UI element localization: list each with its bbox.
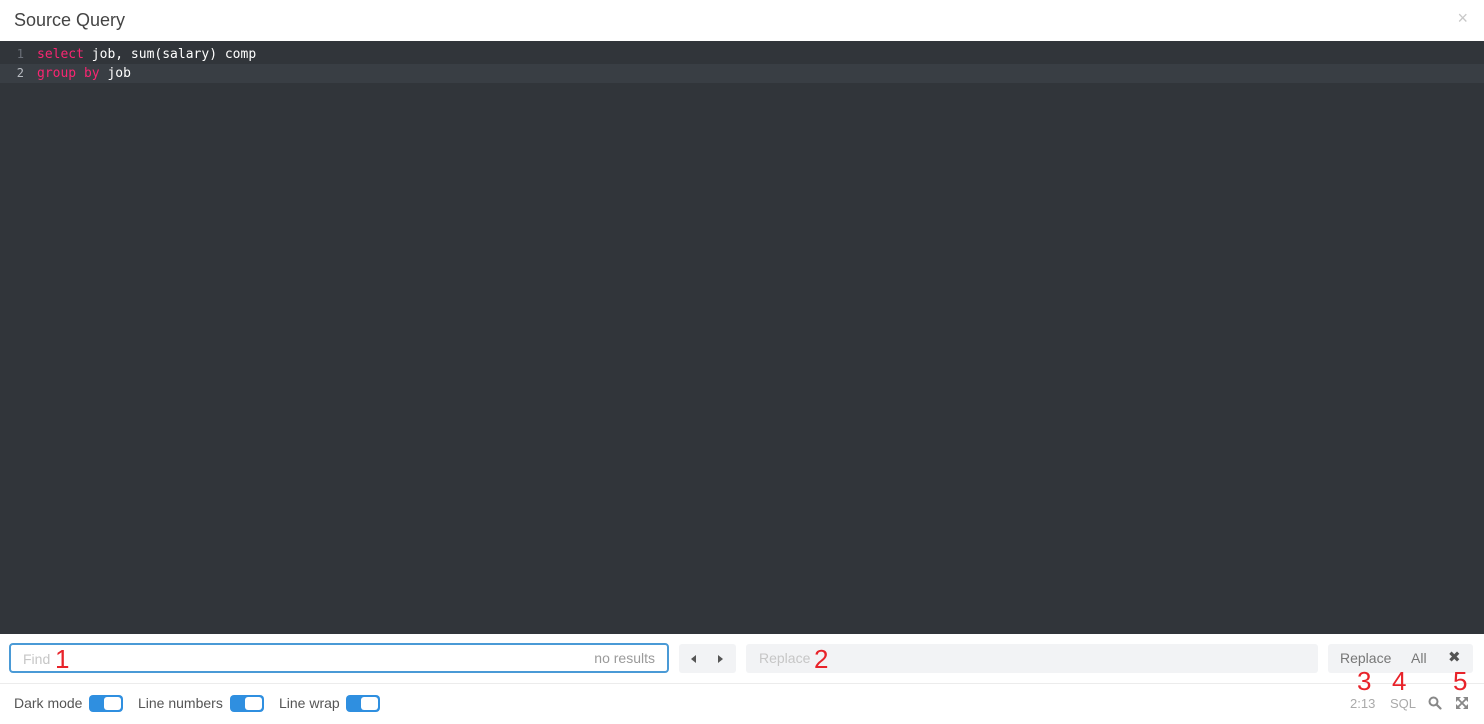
toggle-knob xyxy=(361,697,378,710)
caret-left-icon xyxy=(691,655,696,663)
language-mode[interactable]: SQL xyxy=(1390,696,1416,711)
caret-right-icon xyxy=(718,655,723,663)
expand-icon-svg xyxy=(1456,697,1468,709)
search-icon[interactable] xyxy=(1428,696,1442,710)
sql-keyword: group xyxy=(37,66,77,81)
editor-status-bar: Dark mode Line numbers Line wrap 2:13 SQ… xyxy=(0,685,1484,724)
line-wrap-label: Line wrap xyxy=(279,695,340,711)
annotation-5: 5 xyxy=(1453,666,1468,696)
line-numbers-label: Line numbers xyxy=(138,695,223,711)
modal-title: Source Query xyxy=(14,10,126,30)
code-editor[interactable]: 1 select job, sum(salary) comp 2 group b… xyxy=(0,41,1484,634)
replace-button[interactable]: Replace xyxy=(1340,650,1391,666)
expand-icon[interactable] xyxy=(1455,696,1469,710)
annotation-2: 2 xyxy=(814,644,829,674)
line-wrap-toggle[interactable] xyxy=(346,695,380,712)
find-next-button[interactable] xyxy=(707,644,735,673)
dark-mode-toggle[interactable] xyxy=(89,695,123,712)
search-icon-svg xyxy=(1428,696,1442,710)
cursor-position: 2:13 xyxy=(1350,696,1376,711)
find-replace-bar: Find no results Replace Replace All ✖ xyxy=(0,634,1484,684)
line-number: 1 xyxy=(16,47,24,61)
find-result-count: no results xyxy=(594,650,655,666)
sql-text: job, sum(salary) comp xyxy=(83,47,257,62)
find-previous-button[interactable] xyxy=(679,644,707,673)
code-line-1[interactable]: 1 select job, sum(salary) comp xyxy=(0,45,1484,64)
annotation-4: 4 xyxy=(1392,666,1407,696)
find-input[interactable]: Find no results xyxy=(9,643,669,673)
code-text: select job, sum(salary) comp xyxy=(37,45,256,64)
toggle-knob xyxy=(104,697,121,710)
dark-mode-label: Dark mode xyxy=(14,695,83,711)
sql-keyword: by xyxy=(83,66,100,81)
modal-header: Source Query × xyxy=(0,0,1484,41)
sql-keyword: select xyxy=(37,47,84,62)
replace-input[interactable]: Replace xyxy=(746,644,1318,673)
find-placeholder: Find xyxy=(23,651,51,667)
toggle-knob xyxy=(245,697,262,710)
code-line-2[interactable]: 2 group by job xyxy=(0,64,1484,83)
close-find-button[interactable]: ✖ xyxy=(1448,648,1461,666)
annotation-3: 3 xyxy=(1357,666,1372,696)
replace-all-button[interactable]: All xyxy=(1411,650,1427,666)
line-number: 2 xyxy=(16,66,24,80)
sql-text: job xyxy=(99,66,131,81)
line-numbers-toggle[interactable] xyxy=(230,695,264,712)
close-modal-button[interactable]: × xyxy=(1457,9,1468,27)
code-text: group by job xyxy=(37,64,131,83)
replace-placeholder: Replace xyxy=(759,650,811,666)
annotation-1: 1 xyxy=(55,644,70,674)
find-nav-group xyxy=(679,644,736,673)
